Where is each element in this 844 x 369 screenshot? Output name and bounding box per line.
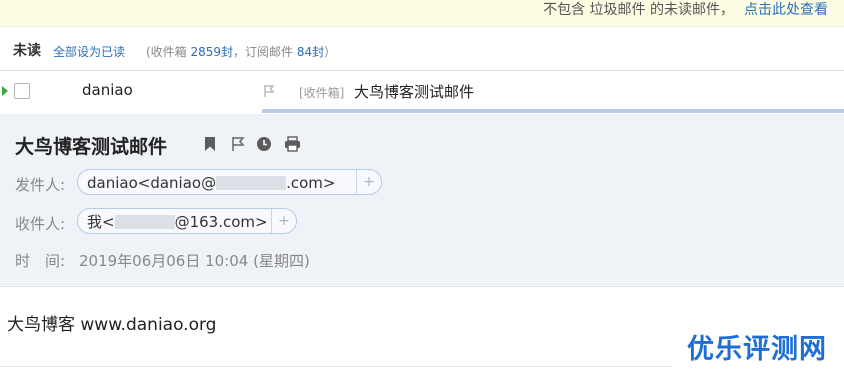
mail-body: 大鸟博客 www.daniao.org — [7, 315, 217, 335]
add-contact-button[interactable]: + — [356, 170, 381, 194]
bookmark-icon[interactable] — [203, 136, 217, 152]
from-domain: .com> — [286, 174, 336, 192]
inbox-count-link[interactable]: 2859封 — [191, 45, 234, 59]
to-label: 收件人: — [15, 215, 66, 233]
subscription-count-link[interactable]: 84封 — [297, 45, 324, 59]
inbox-prefix: (收件箱 — [146, 45, 191, 59]
notice-text: 不包含 垃圾邮件 的未读邮件， — [543, 2, 734, 18]
row-subject: 大鸟博客测试邮件 — [354, 83, 475, 101]
counts-separator: ，订阅邮件 — [233, 45, 297, 59]
from-address-pill[interactable]: daniao<daniao@ .com> + — [77, 169, 382, 195]
mail-header-panel: 大鸟博客测试邮件 发件人: daniao<daniao@ .com> + 收件人:… — [0, 114, 844, 287]
notice-link[interactable]: 点击此处查看 — [744, 2, 828, 18]
time-label: 时 间: — [15, 252, 66, 270]
notice-text-wrap: 不包含 垃圾邮件 的未读邮件， 点击此处查看 — [543, 0, 828, 21]
from-address: daniao<daniao@ — [87, 174, 217, 192]
redacted-mask — [216, 176, 287, 190]
time-value: 2019年06月06日 10:04 (星期四) — [79, 252, 310, 270]
from-label: 发件人: — [15, 176, 66, 194]
unread-header: 未读 全部设为已读 (收件箱 2859封，订阅邮件 84封） — [0, 38, 844, 64]
redacted-mask — [114, 215, 175, 229]
current-row-arrow-icon — [2, 86, 8, 96]
mail-list-row[interactable]: daniao [收件箱] 大鸟博客测试邮件 — [0, 70, 844, 113]
row-checkbox[interactable] — [14, 83, 30, 99]
flag-icon[interactable] — [262, 84, 276, 98]
print-icon[interactable] — [284, 136, 301, 152]
add-contact-button[interactable]: + — [271, 209, 296, 233]
row-selection-underline — [262, 109, 844, 113]
unread-title: 未读 — [13, 43, 41, 59]
divider — [0, 366, 672, 367]
to-address-pill[interactable]: 我< @163.com> + — [77, 208, 297, 234]
notice-bar: 不包含 垃圾邮件 的未读邮件， 点击此处查看 — [0, 0, 844, 27]
mail-subject: 大鸟博客测试邮件 — [15, 136, 168, 158]
row-sender: daniao — [82, 81, 133, 99]
flag-outline-icon[interactable] — [230, 136, 246, 152]
counts-suffix: ） — [324, 45, 337, 59]
mark-all-read-link[interactable]: 全部设为已读 — [53, 43, 125, 60]
to-address: 我< — [87, 213, 115, 231]
mail-counts: (收件箱 2859封，订阅邮件 84封） — [146, 43, 336, 60]
row-folder: [收件箱] — [299, 86, 345, 100]
to-domain: @163.com> — [174, 213, 268, 231]
clock-icon[interactable] — [256, 136, 272, 152]
site-watermark: 优乐评测网 — [687, 334, 827, 365]
